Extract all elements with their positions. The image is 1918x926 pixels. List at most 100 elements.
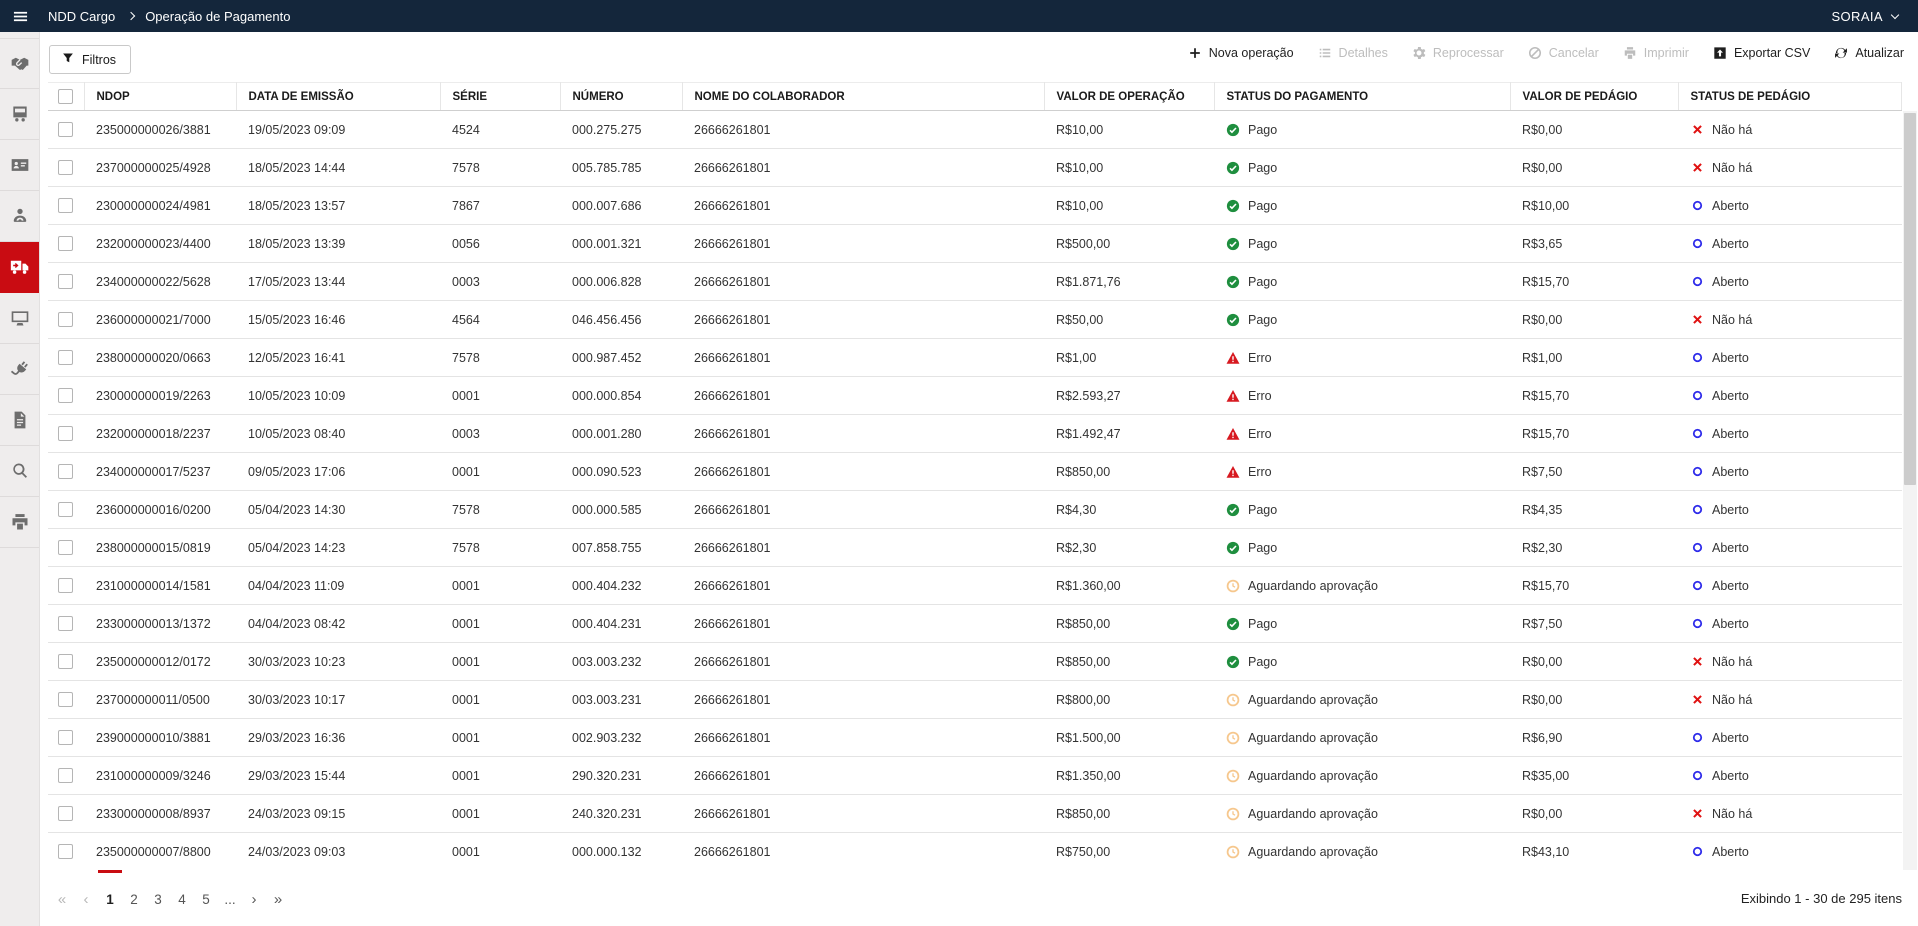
row-checkbox[interactable] xyxy=(58,464,73,480)
table-row[interactable]: 239000000010/3881 29/03/2023 16:36 0001 002… xyxy=(48,718,1902,757)
table-row[interactable]: 234000000017/5237 09/05/2023 17:06 0001 000… xyxy=(48,452,1902,491)
table-row[interactable]: 234000000022/5628 17/05/2023 13:44 0003 000… xyxy=(48,262,1902,301)
page-button-4[interactable]: 4 xyxy=(170,870,194,926)
sidebar xyxy=(0,32,40,926)
sidebar-item-truck-front[interactable] xyxy=(0,89,39,140)
row-checkbox[interactable] xyxy=(58,616,73,632)
table-row[interactable]: 231000000009/3246 29/03/2023 15:44 0001 290… xyxy=(48,756,1902,795)
row-checkbox[interactable] xyxy=(58,426,73,442)
table-row[interactable]: 237000000011/0500 30/03/2023 10:17 0001 003… xyxy=(48,680,1902,719)
cell-colaborador: 26666261801 xyxy=(682,718,1044,757)
user-menu[interactable]: SORAIA xyxy=(1831,9,1900,24)
cell-valor-pedagio: R$0,00 xyxy=(1510,642,1678,681)
cell-valor-pedagio: R$4,35 xyxy=(1510,490,1678,529)
column-header-0[interactable]: NDOP xyxy=(84,82,237,111)
sidebar-item-monitor[interactable] xyxy=(0,293,39,344)
sidebar-item-printer[interactable] xyxy=(0,497,39,548)
row-checkbox[interactable] xyxy=(58,540,73,556)
sidebar-item-search[interactable] xyxy=(0,446,39,497)
cell-checkbox xyxy=(48,490,84,529)
row-checkbox[interactable] xyxy=(58,502,73,518)
row-checkbox[interactable] xyxy=(58,236,73,252)
table-row[interactable]: 230000000024/4981 18/05/2023 13:57 7867 000… xyxy=(48,186,1902,225)
row-checkbox[interactable] xyxy=(58,350,73,366)
column-header-2[interactable]: SÉRIE xyxy=(440,82,561,111)
page-button-5[interactable]: 5 xyxy=(194,870,218,926)
table-row[interactable]: 236000000021/7000 15/05/2023 16:46 4564 046… xyxy=(48,300,1902,339)
atualizar-button[interactable]: Atualizar xyxy=(1834,46,1904,60)
cell-status-pagamento: Aguardando aprovação xyxy=(1214,756,1510,795)
row-checkbox[interactable] xyxy=(58,312,73,328)
row-checkbox[interactable] xyxy=(58,388,73,404)
monitor-icon xyxy=(10,308,30,328)
column-header-6[interactable]: STATUS DO PAGAMENTO xyxy=(1214,82,1511,111)
table-row[interactable]: 230000000019/2263 10/05/2023 10:09 0001 000… xyxy=(48,376,1902,415)
row-checkbox[interactable] xyxy=(58,198,73,214)
operations-table-wrap: NDOP DATA DE EMISSÃO SÉRIE NÚMERO NOME DO CO… xyxy=(48,82,1918,870)
cell-valor_operacao: R$10,00 xyxy=(1044,148,1214,187)
row-checkbox[interactable] xyxy=(58,730,73,746)
sidebar-item-delivery-truck[interactable] xyxy=(0,242,39,293)
cell-valor_operacao: R$850,00 xyxy=(1044,604,1214,643)
sidebar-item-document[interactable] xyxy=(0,395,39,446)
last-page-button[interactable]: » xyxy=(266,870,290,926)
sidebar-item-plug[interactable] xyxy=(0,344,39,395)
breadcrumb-brand[interactable]: NDD Cargo xyxy=(48,9,115,24)
row-checkbox[interactable] xyxy=(58,844,73,860)
column-header-1[interactable]: DATA DE EMISSÃO xyxy=(236,82,441,111)
nova-operacao-button[interactable]: Nova operação xyxy=(1188,46,1294,60)
column-header-5[interactable]: VALOR DE OPERAÇÃO xyxy=(1044,82,1215,111)
cell-valor_operacao: R$4,30 xyxy=(1044,490,1214,529)
waiting-clock-icon xyxy=(1226,769,1240,783)
row-checkbox[interactable] xyxy=(58,654,73,670)
sidebar-item-driver[interactable] xyxy=(0,191,39,242)
delivery-truck-icon xyxy=(10,257,30,277)
page-button-3[interactable]: 3 xyxy=(146,870,170,926)
select-all-checkbox[interactable] xyxy=(58,89,73,104)
scrollbar-thumb[interactable] xyxy=(1904,113,1916,485)
column-header-4[interactable]: NOME DO COLABORADOR xyxy=(682,82,1045,111)
row-checkbox[interactable] xyxy=(58,578,73,594)
row-checkbox[interactable] xyxy=(58,806,73,822)
row-checkbox[interactable] xyxy=(58,768,73,784)
table-row[interactable]: 233000000013/1372 04/04/2023 08:42 0001 000… xyxy=(48,604,1902,643)
column-header-3[interactable]: NÚMERO xyxy=(560,82,683,111)
sidebar-item-handshake[interactable] xyxy=(0,38,39,89)
filters-button[interactable]: Filtros xyxy=(49,45,132,74)
table-row[interactable]: 235000000007/8800 24/03/2023 09:03 0001 000… xyxy=(48,832,1902,870)
row-checkbox[interactable] xyxy=(58,692,73,708)
cell-valor_operacao: R$1.492,47 xyxy=(1044,414,1214,453)
table-row[interactable]: 238000000015/0819 05/04/2023 14:23 7578 007… xyxy=(48,528,1902,567)
cell-valor-pedagio: R$0,00 xyxy=(1510,680,1678,719)
row-checkbox[interactable] xyxy=(58,274,73,290)
hamburger-menu-icon[interactable] xyxy=(0,9,40,24)
table-row[interactable]: 236000000016/0200 05/04/2023 14:30 7578 000… xyxy=(48,490,1902,529)
table-row[interactable]: 231000000014/1581 04/04/2023 11:09 0001 000… xyxy=(48,566,1902,605)
cell-serie: 7578 xyxy=(440,490,560,529)
row-checkbox[interactable] xyxy=(58,160,73,176)
page-button-1[interactable]: 1 xyxy=(98,870,122,926)
chevron-right-icon xyxy=(126,11,136,21)
table-row[interactable]: 237000000025/4928 18/05/2023 14:44 7578 005… xyxy=(48,148,1902,187)
table-row[interactable]: 233000000008/8937 24/03/2023 09:15 0001 240… xyxy=(48,794,1902,833)
exportar-csv-button[interactable]: Exportar CSV xyxy=(1713,46,1810,60)
column-header-7[interactable]: VALOR DE PEDÁGIO xyxy=(1510,82,1679,111)
next-page-button[interactable]: › xyxy=(242,870,266,926)
page-button-2[interactable]: 2 xyxy=(122,870,146,926)
table-row[interactable]: 235000000026/3881 19/05/2023 09:09 4524 000… xyxy=(48,110,1902,149)
table-row[interactable]: 235000000012/0172 30/03/2023 10:23 0001 003… xyxy=(48,642,1902,681)
cell-checkbox xyxy=(48,376,84,415)
column-header-8[interactable]: STATUS DE PEDÁGIO xyxy=(1678,82,1902,111)
cell-colaborador: 26666261801 xyxy=(682,186,1044,225)
cell-colaborador: 26666261801 xyxy=(682,148,1044,187)
sidebar-item-id-card[interactable] xyxy=(0,140,39,191)
table-row[interactable]: 232000000023/4400 18/05/2023 13:39 0056 000… xyxy=(48,224,1902,263)
cell-status-pedagio: Aberto xyxy=(1678,832,1902,870)
cell-serie: 0001 xyxy=(440,832,560,870)
cell-colaborador: 26666261801 xyxy=(682,262,1044,301)
table-row[interactable]: 238000000020/0663 12/05/2023 16:41 7578 000… xyxy=(48,338,1902,377)
table-row[interactable]: 232000000018/2237 10/05/2023 08:40 0003 000… xyxy=(48,414,1902,453)
cell-valor-pedagio: R$7,50 xyxy=(1510,604,1678,643)
more-pages-button[interactable]: ... xyxy=(218,870,242,926)
row-checkbox[interactable] xyxy=(58,122,73,138)
